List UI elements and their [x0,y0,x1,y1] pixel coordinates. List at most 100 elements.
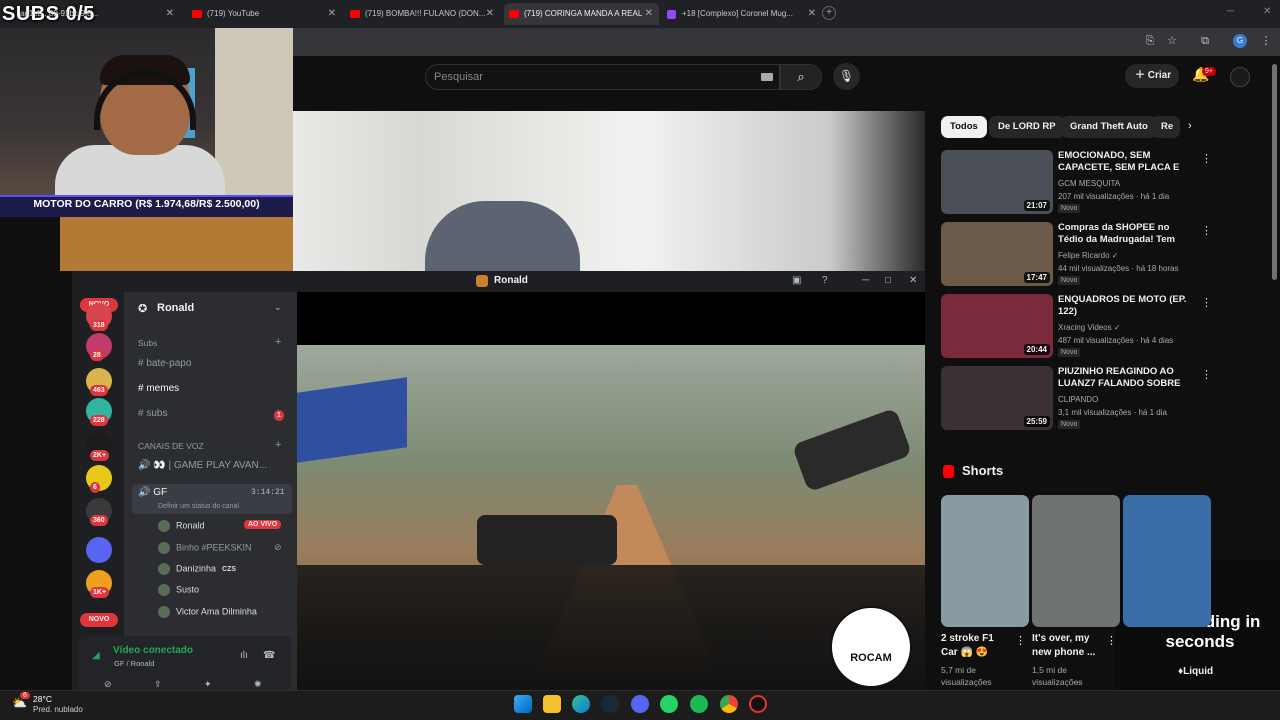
text-channel-subs[interactable]: # subs [138,408,167,419]
video-thumbnail[interactable]: 25:59 [941,366,1053,430]
short-title[interactable]: It's over, my new phone ... [1032,632,1104,660]
steam-icon[interactable] [601,695,619,713]
more-options-icon[interactable]: ⋮ [1201,224,1212,237]
whatsapp-icon[interactable] [660,695,678,713]
soundboard-icon[interactable]: ✺ [254,679,262,690]
discord-close-icon[interactable]: ✕ [909,275,917,286]
channel-name[interactable]: CLIPANDO [1058,395,1098,404]
recommended-video[interactable]: 25:59 PIUZINHO REAGINDO AO LUANZ7 FALANDO… [941,366,1212,432]
file-explorer-icon[interactable] [543,695,561,713]
discord-maximize-icon[interactable]: □ [885,275,891,286]
voice-user[interactable]: Binho #PEEKSKIN [158,542,252,554]
add-voice-channel-icon[interactable]: + [275,439,281,451]
close-tab-icon[interactable]: ✕ [808,3,816,25]
more-options-icon[interactable]: ⋮ [1201,296,1212,309]
video-title[interactable]: EMOCIONADO, SEM CAPACETE, SEM PLACA E SE… [1058,150,1188,174]
channel-name[interactable]: Xracing Videos ✓ [1058,323,1121,332]
video-title[interactable]: PIUZINHO REAGINDO AO LUANZ7 FALANDO SOBR… [1058,366,1188,390]
more-options-icon[interactable]: ⋮ [1015,634,1026,647]
close-tab-icon[interactable]: ✕ [645,3,653,25]
video-player[interactable] [293,111,925,271]
page-scrollbar[interactable] [1272,64,1277,280]
disconnect-icon[interactable]: ☎ [263,650,275,661]
temperature[interactable]: 28°C [33,694,52,704]
add-channel-icon[interactable]: + [275,336,281,348]
new-tab-button[interactable]: + [822,6,836,20]
inbox-icon[interactable]: ▣ [792,275,801,286]
screen-share-icon[interactable]: ⇪ [154,679,162,690]
channel-name[interactable]: GCM MESQUITA [1058,179,1120,188]
server-icon[interactable] [86,537,112,563]
channel-status-hint[interactable]: Definir um status do canal [158,503,239,510]
more-options-icon[interactable]: ⋮ [1201,152,1212,165]
avatar[interactable] [1230,67,1250,87]
filter-chip[interactable]: De LORD RP [989,116,1065,138]
text-channel-bate-papo[interactable]: # bate-papo [138,358,191,369]
short-thumbnail[interactable] [1123,495,1211,627]
more-options-icon[interactable]: ⋮ [1106,634,1117,647]
search-input[interactable]: Pesquisar [425,64,780,90]
voice-channel-gameplay[interactable]: 🔊 👀 | GAME PLAY AVAN... [138,460,267,471]
help-icon[interactable]: ? [822,275,828,286]
server-name[interactable]: Ronald [157,302,194,314]
close-tab-icon[interactable]: ✕ [328,3,336,25]
video-title[interactable]: Compras da SHOPEE no Tédio da Madrugada!… [1058,222,1188,246]
create-button[interactable]: ＋ Criar [1125,64,1179,88]
signal-icon: ◢ [92,650,100,661]
obs-icon[interactable] [749,695,767,713]
close-tab-icon[interactable]: ✕ [166,3,174,25]
browser-tab[interactable]: (719) CORINGA MANDA A REAL ✕ [504,3,659,25]
voice-search-button[interactable]: 🎙 [833,63,860,90]
avatar [158,563,170,575]
browser-tab[interactable]: ad1eb...89-91bc-9f8... ✕ [0,3,180,25]
voice-user[interactable]: Susto [158,584,199,596]
keyboard-icon[interactable] [761,73,773,81]
category-voice[interactable]: CANAIS DE VOZ [138,441,204,451]
noise-suppression-icon[interactable]: ılı [240,650,248,661]
more-options-icon[interactable]: ⋮ [1201,368,1212,381]
close-window-icon[interactable]: ✕ [1263,6,1271,17]
short-title[interactable]: 2 stroke F1 Car 😱 😍 [941,632,1013,660]
filter-chip[interactable]: Re [1152,116,1180,138]
recommended-video[interactable]: 21:07 EMOCIONADO, SEM CAPACETE, SEM PLACA… [941,150,1212,216]
channel-name[interactable]: Felipe Ricardo ✓ [1058,251,1119,260]
bookmark-star-icon[interactable]: ☆ [1165,34,1179,48]
chrome-icon[interactable] [720,695,738,713]
browser-tab[interactable]: (719) BOMBA!!! FULANO (DON... ✕ [345,3,500,25]
recommended-video[interactable]: 20:44 ENQUADROS DE MOTO (EP. 122) Xracing … [941,294,1212,360]
browser-tab[interactable]: +18 [Complexo] Coronel Mug... ✕ [662,3,822,25]
edge-icon[interactable] [572,695,590,713]
voice-user[interactable]: Danizinha CZS [158,563,236,575]
browser-tab[interactable]: (719) YouTube ✕ [187,3,342,25]
browser-menu-icon[interactable]: ⋮ [1259,34,1273,48]
close-tab-icon[interactable]: ✕ [486,3,494,25]
filter-chip[interactable]: Todos [941,116,987,138]
chevron-down-icon[interactable]: ⌄ [274,302,282,313]
text-channel-memes[interactable]: # memes [138,383,179,394]
camera-off-icon[interactable]: ⊘ [104,679,112,690]
short-thumbnail[interactable] [941,495,1029,627]
video-thumbnail[interactable]: 21:07 [941,150,1053,214]
video-thumbnail[interactable]: 20:44 [941,294,1053,358]
profile-icon[interactable]: G [1233,34,1247,48]
extensions-icon[interactable]: ⧉ [1198,34,1212,48]
spotify-icon[interactable] [690,695,708,713]
voice-user[interactable]: Ronald [158,520,205,532]
search-button[interactable]: ⌕ [780,64,822,90]
weather-forecast[interactable]: Pred. nublado [33,705,83,714]
minimize-icon[interactable]: ─ [1227,6,1234,17]
video-title[interactable]: ENQUADROS DE MOTO (EP. 122) [1058,294,1188,318]
recommended-video[interactable]: 17:47 Compras da SHOPEE no Tédio da Madru… [941,222,1212,288]
start-icon[interactable] [514,695,532,713]
activities-icon[interactable]: ✦ [204,679,212,690]
category-subs[interactable]: Subs [138,338,157,348]
video-thumbnail[interactable]: 17:47 [941,222,1053,286]
discord-icon[interactable] [631,695,649,713]
voice-user[interactable]: Victor Ama Dilminha [158,606,257,618]
filter-chip[interactable]: Grand Theft Auto [1061,116,1157,138]
cast-icon[interactable]: ⎘ [1143,34,1157,48]
new-badge: Novo [1058,276,1081,285]
chips-next-icon[interactable]: › [1188,120,1192,132]
short-thumbnail[interactable] [1032,495,1120,627]
discord-minimize-icon[interactable]: ─ [862,275,869,286]
